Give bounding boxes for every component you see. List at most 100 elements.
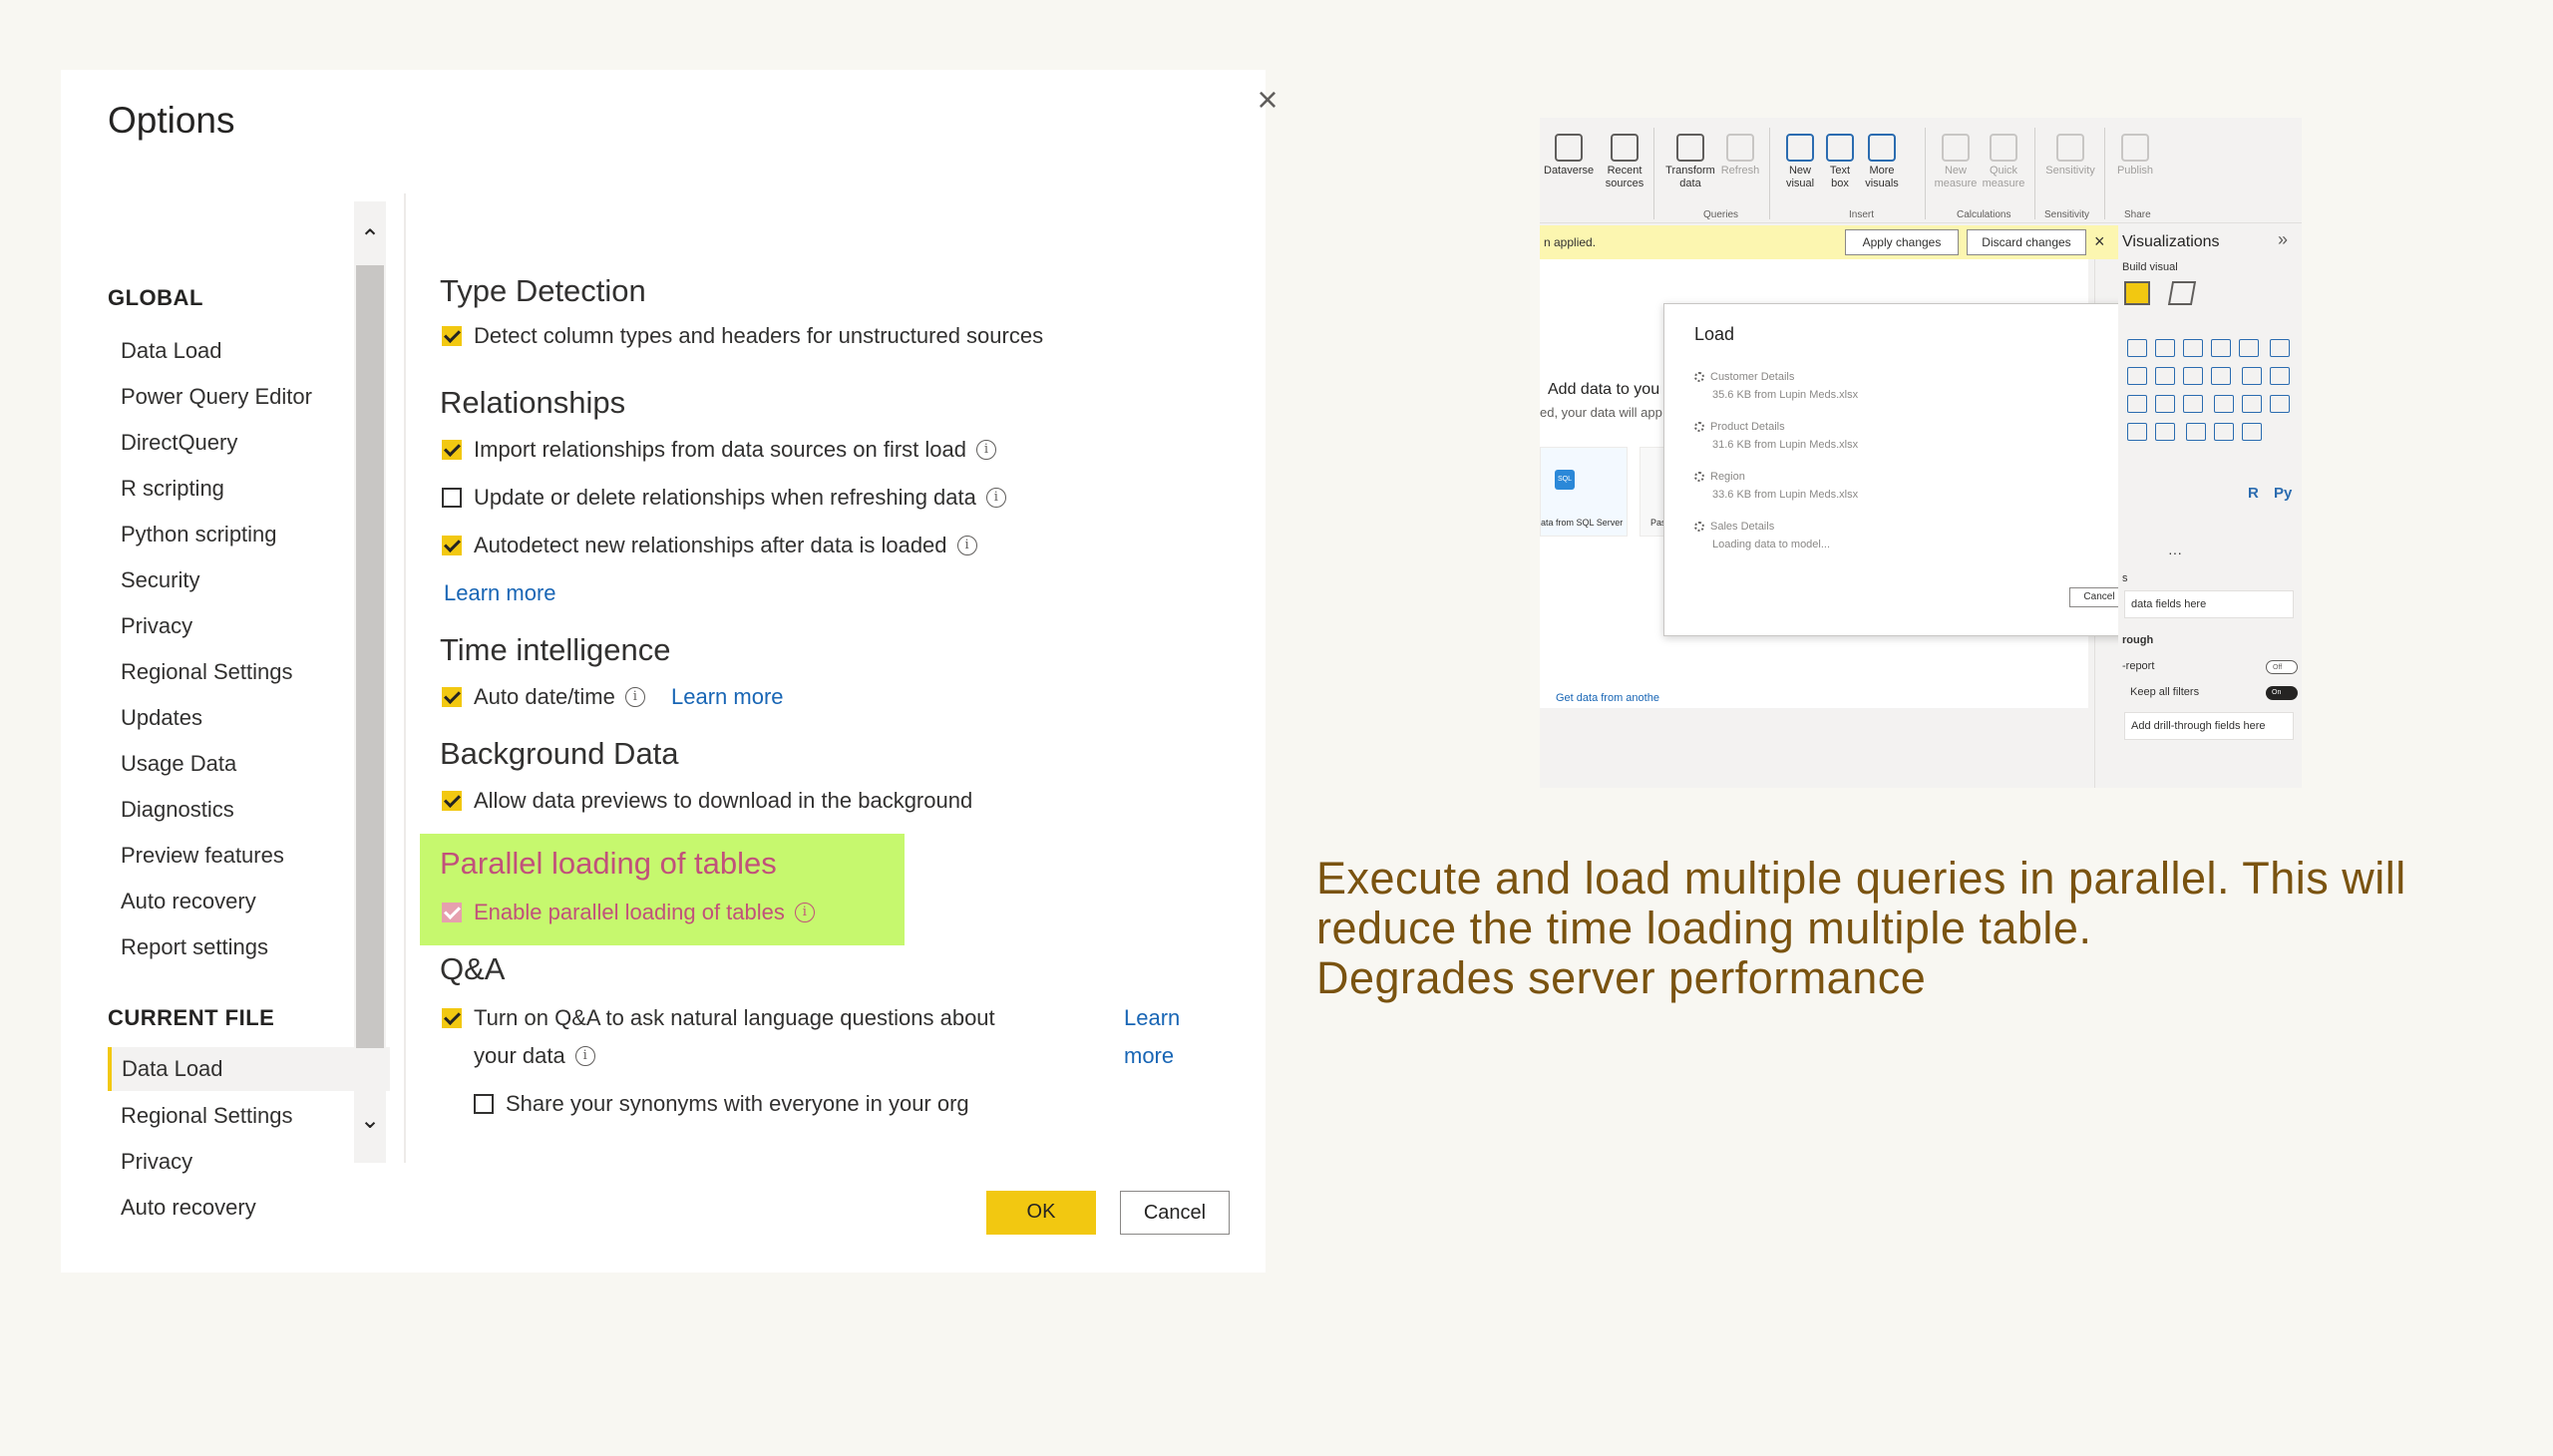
nav-item-usage-data[interactable]: Usage Data <box>121 751 236 777</box>
pie-chart-icon[interactable] <box>2127 395 2147 413</box>
checkbox-checked[interactable] <box>442 687 462 707</box>
nav-item-privacy[interactable]: Privacy <box>121 613 192 639</box>
checkbox-checked[interactable] <box>442 903 462 922</box>
nav-item-data-load[interactable]: Data Load <box>121 338 222 364</box>
checkbox-checked[interactable] <box>442 536 462 555</box>
learn-more-link-qa-2[interactable]: more <box>1124 1043 1174 1069</box>
nav-item-updates[interactable]: Updates <box>121 705 202 731</box>
chevron-up-icon[interactable]: ⌃ <box>354 219 386 259</box>
option-allow-data-previews[interactable]: Allow data previews to download in the b… <box>442 788 972 814</box>
drill-through-fields-well[interactable]: Add drill-through fields here <box>2124 712 2294 740</box>
learn-more-link-qa[interactable]: Learn <box>1124 1005 1180 1031</box>
ribbon-sensitivity-button[interactable]: Sensitivity <box>2040 134 2100 178</box>
nav-item-auto-recovery[interactable]: Auto recovery <box>121 889 256 914</box>
r-visual-icon[interactable]: R <box>2248 485 2259 502</box>
stacked-area-chart-icon[interactable] <box>2127 367 2147 385</box>
option-import-relationships[interactable]: Import relationships from data sources o… <box>442 437 997 463</box>
scatter-chart-icon[interactable] <box>2270 367 2291 385</box>
ribbon-quick-measure-button[interactable]: Quick measure <box>1979 134 2028 190</box>
checkbox-unchecked[interactable] <box>442 488 462 508</box>
donut-chart-icon[interactable] <box>2155 395 2175 413</box>
ribbon-new-measure-button[interactable]: New measure <box>1931 134 1981 190</box>
sql-server-card[interactable]: SQL ata from SQL Server <box>1540 447 1628 537</box>
ribbon-more-visuals-button[interactable]: More visuals <box>1857 134 1907 190</box>
line-column-chart-icon[interactable] <box>2155 367 2175 385</box>
nav-item-preview-features[interactable]: Preview features <box>121 843 284 869</box>
info-icon[interactable]: i <box>976 440 997 460</box>
option-update-relationships[interactable]: Update or delete relationships when refr… <box>442 485 1006 511</box>
keep-filters-toggle[interactable]: On <box>2266 686 2298 700</box>
ribbon-dataverse-button[interactable]: Dataverse <box>1544 134 1594 178</box>
info-icon[interactable]: i <box>985 488 1006 508</box>
option-auto-date-time[interactable]: Auto date/time i <box>442 684 645 710</box>
discard-changes-button[interactable]: Discard changes <box>1967 229 2086 255</box>
kpi-icon[interactable] <box>2186 423 2207 441</box>
option-enable-parallel-loading[interactable]: Enable parallel loading of tables i <box>442 900 815 925</box>
option-share-synonyms[interactable]: Share your synonyms with everyone in you… <box>474 1091 969 1117</box>
more-visuals-icon[interactable]: ··· <box>2168 545 2182 560</box>
nav-item-report-settings[interactable]: Report settings <box>121 934 268 960</box>
chevron-down-icon[interactable]: ⌄ <box>354 1101 386 1141</box>
info-icon[interactable]: i <box>794 903 815 922</box>
nav-item-r-scripting[interactable]: R scripting <box>121 476 224 502</box>
ribbon-refresh-button[interactable]: Refresh <box>1715 134 1765 178</box>
caption-line: Execute and load multiple queries in par… <box>1316 853 2406 904</box>
checkbox-checked[interactable] <box>442 326 462 346</box>
funnel-chart-icon[interactable] <box>2242 367 2263 385</box>
info-icon[interactable]: i <box>956 536 977 555</box>
info-icon[interactable]: i <box>574 1046 595 1066</box>
nav-item-power-query-editor[interactable]: Power Query Editor <box>121 384 312 410</box>
ok-button[interactable]: OK <box>986 1191 1096 1235</box>
waterfall-chart-icon[interactable] <box>2211 367 2231 385</box>
nav-item-current-data-load[interactable]: Data Load <box>108 1047 390 1091</box>
area-chart-icon[interactable] <box>2270 339 2291 357</box>
learn-more-link[interactable]: Learn more <box>444 580 556 606</box>
ribbon-recent-sources-button[interactable]: Recent sources <box>1600 134 1649 190</box>
cancel-button[interactable]: Cancel <box>1120 1191 1230 1235</box>
100-bar-chart-icon[interactable] <box>2239 339 2259 357</box>
cross-report-toggle[interactable]: Off <box>2266 660 2298 674</box>
nav-item-python-scripting[interactable]: Python scripting <box>121 522 277 547</box>
close-icon[interactable]: × <box>1238 70 1297 130</box>
build-visual-icon[interactable] <box>2124 281 2150 305</box>
matrix-icon[interactable] <box>2242 423 2263 441</box>
clustered-column-chart-icon[interactable] <box>2211 339 2231 357</box>
nav-item-current-privacy[interactable]: Privacy <box>121 1149 192 1175</box>
info-icon[interactable]: i <box>624 687 645 707</box>
checkbox-checked[interactable] <box>442 440 462 460</box>
expand-pane-icon[interactable]: » <box>2278 229 2288 250</box>
get-data-link[interactable]: Get data from anothe <box>1556 692 1659 704</box>
table-icon[interactable] <box>2214 423 2235 441</box>
nav-scroll-thumb[interactable] <box>356 265 384 1048</box>
ribbon-transform-data-button[interactable]: Transform data <box>1665 134 1715 190</box>
ribbon-publish-button[interactable]: Publish <box>2110 134 2160 178</box>
treemap-icon[interactable] <box>2183 395 2203 413</box>
option-turn-on-qa[interactable]: Turn on Q&A to ask natural language ques… <box>442 1005 995 1031</box>
nav-item-diagnostics[interactable]: Diagnostics <box>121 797 234 823</box>
stacked-column-chart-icon[interactable] <box>2155 339 2175 357</box>
data-fields-well[interactable]: data fields here <box>2124 590 2294 618</box>
checkbox-checked[interactable] <box>442 1008 462 1028</box>
nav-item-current-auto-recovery[interactable]: Auto recovery <box>121 1195 256 1221</box>
option-detect-column-types[interactable]: Detect column types and headers for unst… <box>442 323 1043 349</box>
learn-more-link-time[interactable]: Learn more <box>671 684 784 710</box>
ribbon-chart-icon[interactable] <box>2183 367 2203 385</box>
gauge-icon[interactable] <box>2270 395 2291 413</box>
multi-row-card-icon[interactable] <box>2155 423 2175 441</box>
apply-changes-button[interactable]: Apply changes <box>1845 229 1959 255</box>
nav-item-regional-settings[interactable]: Regional Settings <box>121 659 292 685</box>
filled-map-icon[interactable] <box>2242 395 2263 413</box>
checkbox-unchecked[interactable] <box>474 1094 494 1114</box>
nav-item-directquery[interactable]: DirectQuery <box>121 430 237 456</box>
format-visual-icon[interactable] <box>2167 281 2197 305</box>
checkbox-checked[interactable] <box>442 791 462 811</box>
nav-item-security[interactable]: Security <box>121 567 199 593</box>
option-autodetect-relationships[interactable]: Autodetect new relationships after data … <box>442 533 977 558</box>
python-visual-icon[interactable]: Py <box>2274 485 2292 502</box>
card-icon[interactable] <box>2127 423 2147 441</box>
map-icon[interactable] <box>2214 395 2235 413</box>
close-icon[interactable]: × <box>2094 231 2105 252</box>
nav-item-current-regional-settings[interactable]: Regional Settings <box>121 1103 292 1129</box>
stacked-bar-chart-icon[interactable] <box>2127 339 2147 357</box>
clustered-bar-chart-icon[interactable] <box>2183 339 2203 357</box>
